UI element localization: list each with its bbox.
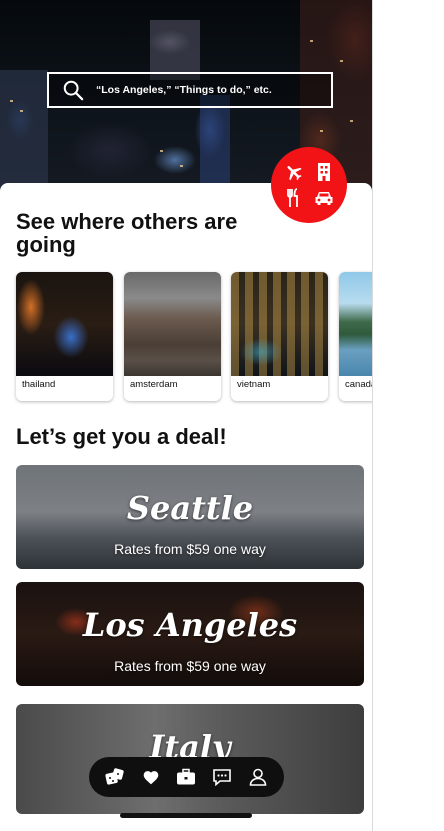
search-icon <box>63 80 84 101</box>
deal-rate: Rates from $59 one way <box>114 658 266 674</box>
bottom-nav <box>89 757 284 797</box>
restaurant-icon <box>282 186 306 210</box>
car-icon <box>312 186 336 210</box>
content-sheet: See where others are going thailand amst… <box>0 183 372 831</box>
destination-image <box>231 272 328 376</box>
destination-label: amsterdam <box>130 379 178 390</box>
briefcase-icon[interactable] <box>172 763 200 791</box>
plane-icon <box>282 160 306 184</box>
deals-title: Let’s get you a deal! <box>16 424 227 449</box>
hotel-icon <box>312 160 336 184</box>
app-screen: “Los Angeles,” “Things to do,” etc. See … <box>0 0 373 831</box>
home-indicator[interactable] <box>120 813 252 818</box>
deal-city: Los Angeles <box>82 606 298 644</box>
search-placeholder: “Los Angeles,” “Things to do,” etc. <box>96 84 272 96</box>
chat-icon[interactable] <box>208 763 236 791</box>
destination-card-vietnam[interactable]: vietnam <box>231 272 328 401</box>
deal-card-los-angeles[interactable]: Los Angeles Rates from $59 one way <box>16 582 364 686</box>
deal-card-seattle[interactable]: Seattle Rates from $59 one way <box>16 465 364 569</box>
destination-card-canada[interactable]: canada <box>339 272 372 401</box>
destination-image <box>124 272 221 376</box>
search-bar[interactable]: “Los Angeles,” “Things to do,” etc. <box>47 72 333 108</box>
deal-rate: Rates from $59 one way <box>114 541 266 557</box>
destination-card-amsterdam[interactable]: amsterdam <box>124 272 221 401</box>
destination-label: vietnam <box>237 379 271 390</box>
deal-city: Seattle <box>126 489 254 527</box>
destinations-title: See where others are going <box>16 209 238 257</box>
heart-icon[interactable] <box>137 763 165 791</box>
destination-image <box>339 272 372 376</box>
profile-icon[interactable] <box>244 763 272 791</box>
travel-options-button[interactable] <box>271 147 347 223</box>
destination-label: canada <box>345 379 372 390</box>
destination-image <box>16 272 113 376</box>
destination-carousel[interactable]: thailand amsterdam vietnam canada <box>16 272 372 402</box>
destination-card-thailand[interactable]: thailand <box>16 272 113 401</box>
dice-icon[interactable] <box>101 763 129 791</box>
destination-label: thailand <box>22 379 56 390</box>
